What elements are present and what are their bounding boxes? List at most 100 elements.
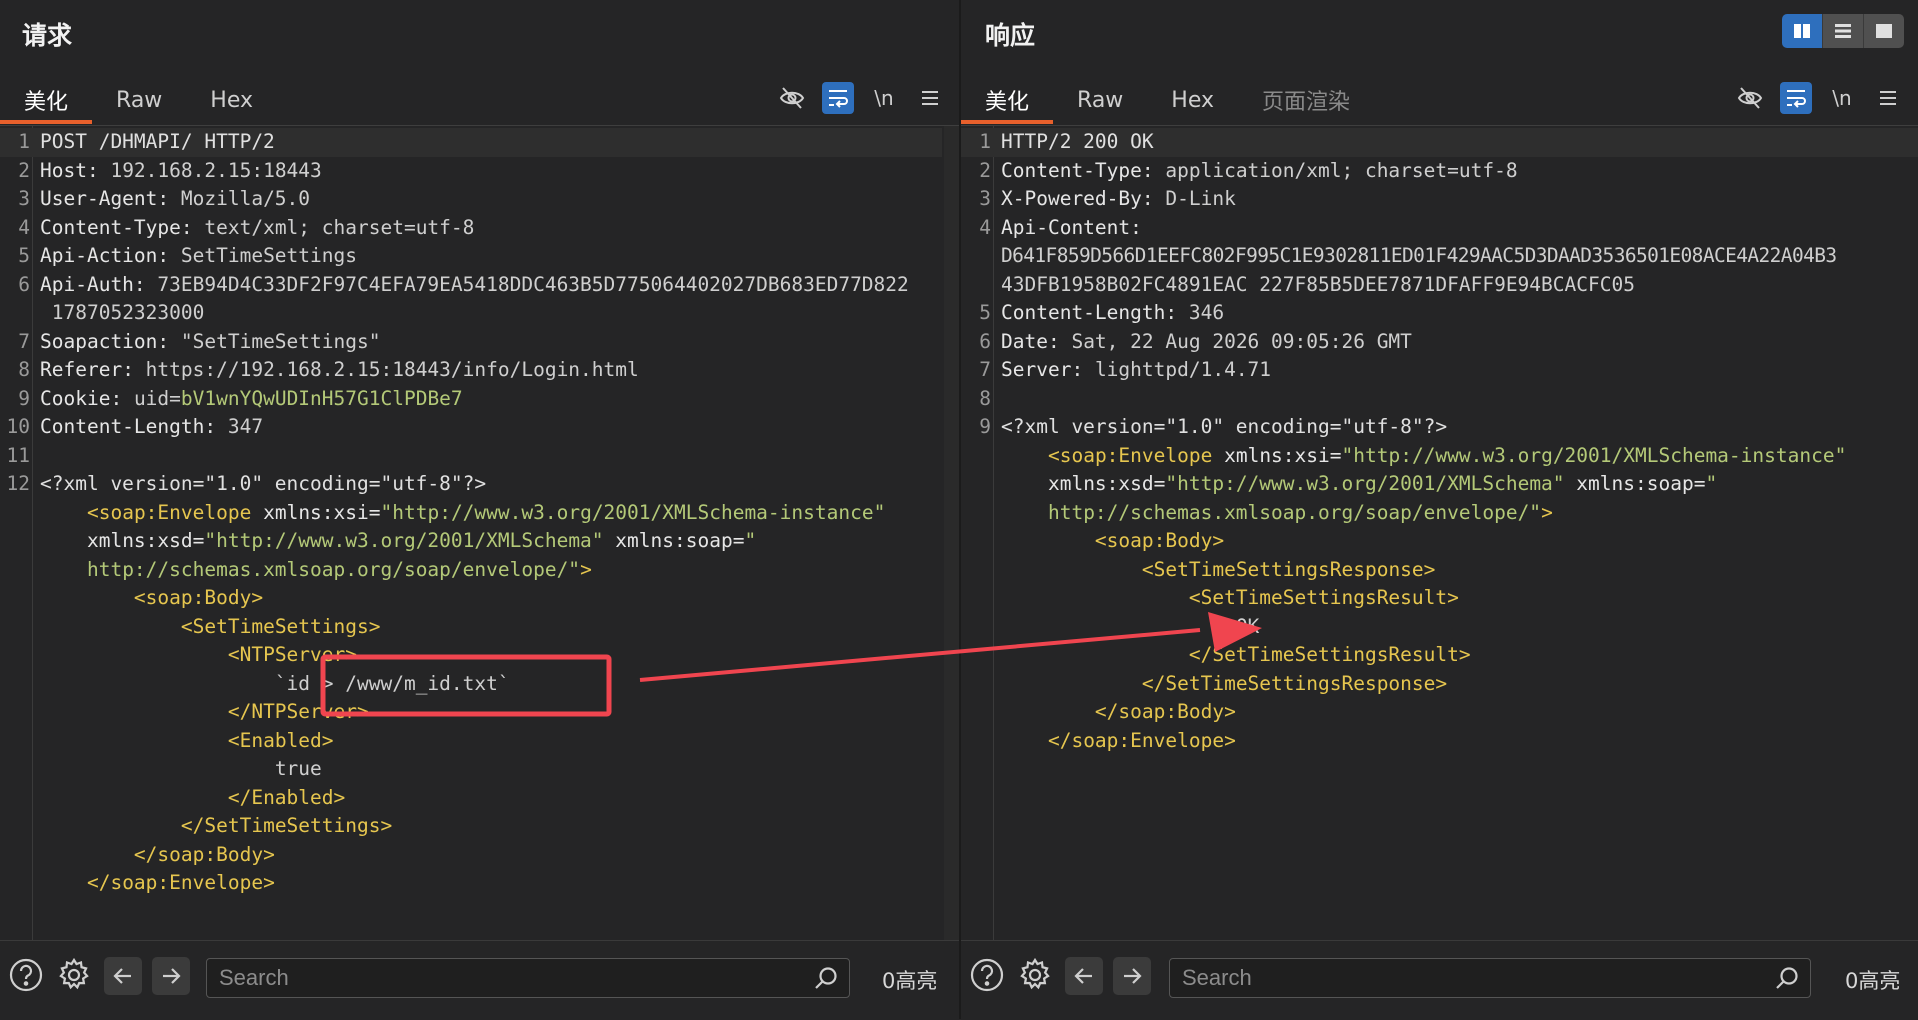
code-line: 5 Content-Length: 346	[979, 301, 1225, 324]
next-match-button[interactable]	[152, 957, 190, 995]
newline-toggle-icon[interactable]: \n	[868, 82, 900, 114]
ntp-payload: `id > /www/m_id.txt`	[274, 671, 510, 695]
code-line: 6 Api-Auth: 73EB94D4C33DF2F97C4EFA79EA541…	[18, 272, 909, 296]
code-line: 1 HTTP/2 200 OK	[961, 128, 1918, 157]
search-icon[interactable]	[813, 965, 839, 995]
xml-line: <Enabled>	[227, 728, 334, 752]
xml-line: </NTPServer>	[227, 700, 369, 723]
settings-gear-icon[interactable]	[54, 955, 94, 995]
layout-single-button[interactable]	[1863, 14, 1904, 48]
response-search-bar: 0高亮	[961, 940, 1918, 1020]
search-icon[interactable]	[1774, 965, 1800, 995]
menu-icon[interactable]	[1872, 82, 1904, 114]
xml-line: <SetTimeSettingsResult>	[1188, 586, 1459, 609]
tab-hex[interactable]: Hex	[186, 76, 277, 124]
xml-line: <soap:Envelope xmlns:xsi="http://www.w3.…	[86, 500, 886, 524]
cookie-value: bV1wnYQwUDInH57G1ClPDBe7	[180, 386, 463, 410]
tab-raw[interactable]: Raw	[1053, 76, 1147, 124]
request-toolbar: \n	[776, 78, 946, 118]
code-line: 10 Content-Length: 347	[6, 415, 264, 438]
code-line: 6 Date: Sat, 22 Aug 2026 09:05:26 GMT	[979, 329, 1412, 353]
tab-pretty[interactable]: 美化	[0, 76, 93, 124]
code-line-continued: 43DFB1958B02FC4891EAC 227F85B5DEE7871DFA…	[1001, 272, 1635, 296]
code-line: 5 Api-Action: SetTimeSettings	[18, 244, 357, 267]
highlight-count: 0高亮	[882, 969, 938, 993]
code-line: 8	[979, 386, 991, 410]
xml-line: </SetTimeSettings>	[180, 814, 393, 837]
xml-line: </soap:Body>	[133, 842, 275, 866]
newline-toggle-icon[interactable]: \n	[1826, 82, 1858, 114]
request-pane: 请求 美化 Raw Hex \n 1 POST /DHMAPI/ HTTP/2 2…	[0, 0, 960, 1020]
tab-render[interactable]: 页面渲染	[1238, 76, 1374, 124]
code-line-continued: D641F859D566D1EEFC802F995C1E9302811ED01F…	[1001, 244, 1837, 267]
xml-line-result: OK	[961, 613, 1918, 642]
tab-hex[interactable]: Hex	[1147, 76, 1238, 124]
request-scrollbar[interactable]	[944, 126, 960, 940]
xml-line: <soap:Body>	[133, 586, 264, 609]
prev-match-button[interactable]	[1065, 957, 1103, 995]
hide-eye-icon[interactable]	[776, 82, 808, 114]
xml-line-payload: `id > /www/m_id.txt`	[0, 670, 942, 699]
code-line: 7 Soapaction: "SetTimeSettings"	[18, 329, 381, 353]
code-line: 3 User-Agent: Mozilla/5.0	[18, 187, 311, 210]
code-line-continued: 1787052323000	[51, 301, 205, 324]
highlight-count: 0高亮	[1845, 969, 1901, 993]
code-line: 12 <?xml version="1.0" encoding="utf-8"?>	[6, 472, 487, 495]
xml-line: <SetTimeSettingsResponse>	[1141, 557, 1436, 581]
code-line: 9 <?xml version="1.0" encoding="utf-8"?>	[979, 415, 1448, 438]
response-editor[interactable]: 1 HTTP/2 200 OK 2 Content-Type: applicatio…	[961, 126, 1918, 940]
request-tabs: 美化 Raw Hex	[0, 76, 277, 124]
code-line: 2 Content-Type: application/xml; charset=…	[979, 158, 1518, 182]
response-title: 响应	[985, 21, 1036, 50]
code-line: 9 Cookie: uid=bV1wnYQwUDInH57G1ClPDBe7	[18, 386, 463, 410]
xml-line: </SetTimeSettingsResponse>	[1141, 671, 1448, 695]
xml-line: true	[274, 757, 322, 780]
code-line: 2 Host: 192.168.2.15:18443	[18, 158, 322, 182]
prev-match-button[interactable]	[104, 957, 142, 995]
code-line: 4 Content-Type: text/xml; charset=utf-8	[18, 215, 475, 239]
xml-line: http://schemas.xmlsoap.org/soap/envelope…	[86, 557, 592, 581]
next-match-button[interactable]	[1113, 957, 1151, 995]
layout-side-by-side-button[interactable]	[1782, 14, 1822, 48]
code-line: 11	[6, 443, 30, 467]
xml-line: <soap:Body>	[1094, 529, 1225, 552]
request-search-input[interactable]	[217, 959, 767, 997]
xml-line: <NTPServer>	[227, 643, 358, 666]
response-search-box	[1169, 958, 1811, 998]
menu-icon[interactable]	[914, 82, 946, 114]
wrap-lines-icon[interactable]	[1780, 82, 1812, 114]
response-toolbar: \n	[1734, 78, 1904, 118]
xml-line: </soap:Envelope>	[1047, 728, 1236, 752]
settings-gear-icon[interactable]	[1015, 955, 1055, 995]
response-pane: 响应 美化 Raw Hex 页面渲染 \n 1 HTTP/2 200 OK 2 …	[961, 0, 1918, 1020]
layout-stacked-button[interactable]	[1822, 14, 1863, 48]
code-line: 1 POST /DHMAPI/ HTTP/2	[0, 128, 942, 157]
xml-line: xmlns:xsd="http://www.w3.org/2001/XMLSch…	[1047, 472, 1718, 495]
tab-pretty[interactable]: 美化	[961, 76, 1054, 124]
help-icon[interactable]	[967, 955, 1007, 995]
wrap-lines-icon[interactable]	[822, 82, 854, 114]
request-title: 请求	[22, 21, 73, 50]
code-line: 7 Server: lighttpd/1.4.71	[979, 358, 1272, 381]
hide-eye-icon[interactable]	[1734, 82, 1766, 114]
result-value: OK	[1235, 614, 1260, 638]
layout-toggle	[1782, 14, 1904, 48]
xml-line: xmlns:xsd="http://www.w3.org/2001/XMLSch…	[86, 529, 757, 552]
xml-line: <SetTimeSettings>	[180, 614, 381, 638]
request-search-box	[206, 958, 850, 998]
xml-line: </soap:Envelope>	[86, 871, 275, 894]
help-icon[interactable]	[6, 955, 46, 995]
tab-raw[interactable]: Raw	[92, 76, 186, 124]
xml-line: </SetTimeSettingsResult>	[1188, 643, 1471, 666]
xml-line: </soap:Body>	[1094, 700, 1236, 723]
xml-line: </Enabled>	[227, 785, 346, 809]
response-search-input[interactable]	[1180, 959, 1728, 997]
xml-line: <soap:Envelope xmlns:xsi="http://www.w3.…	[1047, 443, 1847, 467]
code-line: 4 Api-Content:	[979, 215, 1142, 239]
code-line: 8 Referer: https://192.168.2.15:18443/inf…	[18, 358, 639, 381]
code-line: 3 X-Powered-By: D-Link	[979, 187, 1236, 210]
response-tabs: 美化 Raw Hex 页面渲染	[961, 76, 1374, 124]
request-search-bar: 0高亮	[0, 940, 960, 1020]
xml-line: http://schemas.xmlsoap.org/soap/envelope…	[1047, 500, 1553, 524]
request-editor[interactable]: 1 POST /DHMAPI/ HTTP/2 2 Host: 192.168.2.1…	[0, 126, 960, 940]
